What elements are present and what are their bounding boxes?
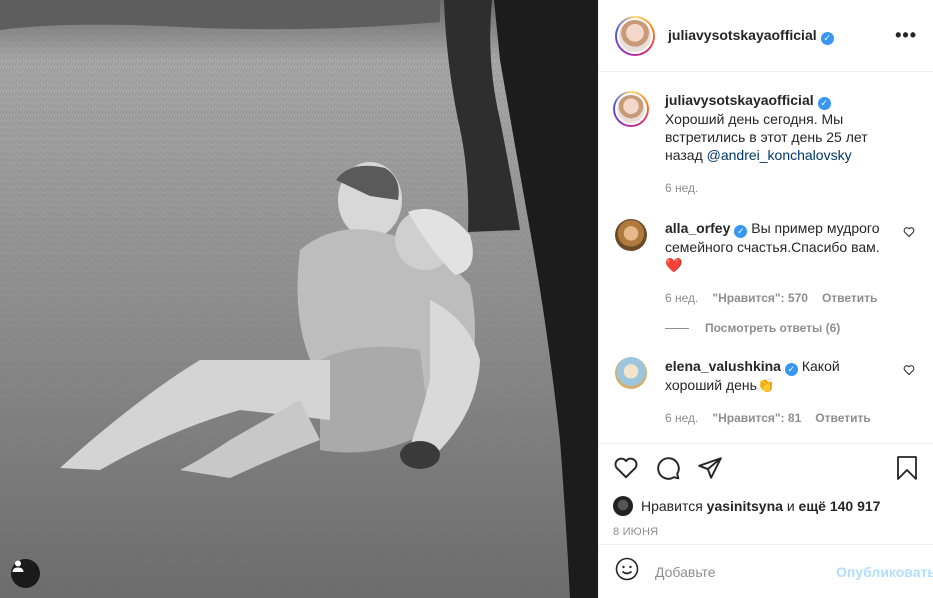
bookmark-icon[interactable] [895,455,919,481]
liker-username[interactable]: yasinitsyna [707,498,783,514]
comment-body: alla_orfey ✓ Вы пример мудрого семейного … [665,219,885,307]
action-icons [613,454,919,482]
reply-button[interactable]: Ответить [822,289,877,307]
comment-time[interactable]: 6 нед. [665,409,698,427]
likes-count[interactable]: ещё 140 917 [799,498,881,514]
caption-avatar[interactable] [613,91,649,127]
comment-body: elena_valushkina ✓ Какой хороший день👏 6 … [665,357,885,427]
caption-body: juliavysotskayaofficial ✓ Хороший день се… [665,91,885,197]
verified-icon: ✓ [734,225,748,238]
comment-like-heart-icon[interactable] [903,363,915,381]
comment-username[interactable]: alla_orfey [665,220,730,236]
commenter-avatar[interactable] [615,357,647,389]
instagram-post-modal: juliavysotskayaofficial ✓ ••• juliavysots… [0,0,933,598]
post-side-panel: juliavysotskayaofficial ✓ ••• juliavysots… [598,0,933,598]
reply-button[interactable]: Ответить [815,409,870,427]
comment-icon[interactable] [655,455,681,481]
likes-summary: Нравится yasinitsyna и ещё 140 917 [613,496,919,516]
comment-meta: 6 нед. "Нравится": 81 Ответить [665,409,885,427]
photo-illustration [0,0,598,598]
comment-likes[interactable]: "Нравится": 570 [712,289,808,307]
caption-meta: 6 нед. [665,179,885,197]
caption-time[interactable]: 6 нед. [665,179,698,197]
heart-icon[interactable] [613,455,639,481]
comment-meta: 6 нед. "Нравится": 570 Ответить [665,289,885,307]
comment-item: alla_orfey ✓ Вы пример мудрого семейного … [615,219,917,307]
view-replies-button[interactable]: Посмотреть ответы (6) [665,321,917,335]
post-actions: Нравится yasinitsyna и ещё 140 917 8 ИЮН… [599,443,933,538]
comment-likes[interactable]: "Нравится": 81 [712,409,801,427]
comments-list[interactable]: juliavysotskayaofficial ✓ Хороший день се… [599,73,933,443]
verified-icon: ✓ [817,97,831,110]
likes-middle: и [786,498,795,514]
post-header: juliavysotskayaofficial ✓ ••• [599,0,933,72]
comment-like-heart-icon[interactable] [903,225,915,243]
commenter-avatar[interactable] [615,219,647,251]
caption-mention[interactable]: @andrei_konchalovsky [707,147,852,163]
view-replies-label[interactable]: Посмотреть ответы (6) [705,321,840,335]
emoji-icon[interactable] [615,557,639,586]
post-date[interactable]: 8 ИЮНЯ [613,526,919,538]
replies-divider [665,327,689,329]
author-avatar[interactable] [615,15,655,56]
post-photo[interactable] [0,0,598,598]
comment-input[interactable] [655,563,836,580]
author-username-text[interactable]: juliavysotskayaofficial [668,27,817,43]
author-username[interactable]: juliavysotskayaofficial ✓ [668,27,834,45]
verified-icon: ✓ [820,31,834,45]
user-tag-icon[interactable] [11,559,40,588]
comment-username[interactable]: elena_valushkina [665,358,781,374]
share-icon[interactable] [697,455,723,481]
comment-time[interactable]: 6 нед. [665,289,698,307]
caption: juliavysotskayaofficial ✓ Хороший день се… [613,91,917,197]
verified-icon: ✓ [784,363,798,376]
likes-prefix: Нравится [641,498,703,514]
publish-button[interactable]: Опубликовать [836,564,933,580]
comment-item: elena_valushkina ✓ Какой хороший день👏 6 … [615,357,917,427]
add-comment-bar: Опубликовать [599,544,933,598]
more-icon[interactable]: ••• [895,25,917,46]
caption-username[interactable]: juliavysotskayaofficial [665,92,814,108]
liker-avatar[interactable] [613,496,633,516]
